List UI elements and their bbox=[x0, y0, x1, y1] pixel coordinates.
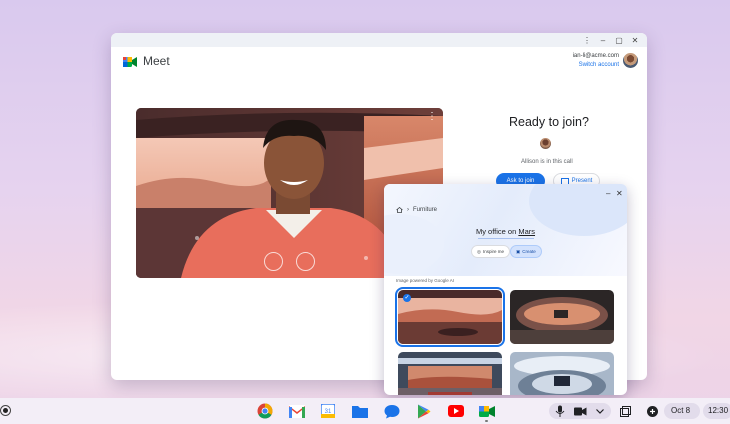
prompt-underline bbox=[478, 238, 534, 239]
prompt-prefix: My office on bbox=[475, 227, 519, 236]
background-creator-panel: – ✕ › Furniture My office on Mars ◎ Insp… bbox=[384, 184, 627, 395]
chrome-icon[interactable] bbox=[257, 403, 273, 419]
app-header: Meet ian-li@acme.com Switch account bbox=[111, 47, 647, 77]
inspire-me-button[interactable]: ◎ Inspire me bbox=[471, 245, 510, 258]
account-avatar[interactable] bbox=[623, 53, 638, 68]
account-email: ian-li@acme.com bbox=[572, 53, 619, 59]
background-thumbnail-image bbox=[398, 290, 502, 344]
ready-heading: Ready to join? bbox=[509, 115, 589, 129]
account-info: ian-li@acme.com Switch account bbox=[573, 52, 619, 70]
microphone-toggle-button[interactable] bbox=[264, 252, 283, 271]
background-thumbnail-image bbox=[510, 290, 614, 344]
create-icon: ▣ bbox=[516, 248, 521, 254]
active-app-indicator bbox=[485, 420, 488, 422]
breadcrumb-category[interactable]: Furniture bbox=[413, 207, 437, 213]
meet-logo-icon bbox=[123, 57, 137, 67]
home-icon[interactable] bbox=[396, 207, 403, 213]
lightbulb-icon: ◎ bbox=[477, 248, 481, 254]
background-option[interactable] bbox=[510, 290, 614, 344]
switch-account-link[interactable]: Switch account bbox=[573, 61, 619, 70]
svg-text:31: 31 bbox=[325, 409, 332, 415]
participant-avatar bbox=[540, 138, 551, 149]
more-options-icon[interactable]: ⋮ bbox=[583, 36, 591, 45]
app-title: Meet bbox=[143, 54, 170, 68]
play-store-icon[interactable] bbox=[416, 403, 432, 419]
camera-icon[interactable] bbox=[572, 403, 588, 419]
prompt-highlight: Mars bbox=[518, 227, 536, 236]
preview-more-icon[interactable]: ⋮ bbox=[427, 112, 437, 122]
background-option[interactable] bbox=[398, 352, 502, 395]
date-label: Oct 8 bbox=[671, 406, 691, 415]
panel-minimize-icon[interactable]: – bbox=[606, 189, 610, 198]
powered-by-text: Image powered by Google AI bbox=[396, 278, 455, 283]
time-label: 12:30 bbox=[708, 406, 729, 415]
create-button[interactable]: ▣ Create bbox=[510, 245, 542, 258]
selected-check-icon: ✓ bbox=[403, 294, 411, 302]
youtube-icon[interactable] bbox=[448, 403, 464, 419]
background-option[interactable]: ✓ bbox=[395, 287, 505, 347]
close-icon[interactable]: ✕ bbox=[631, 36, 639, 45]
background-option[interactable] bbox=[510, 352, 614, 395]
minimize-icon[interactable]: – bbox=[599, 36, 607, 45]
background-thumbnail-image bbox=[510, 352, 614, 395]
inspire-label: Inspire me bbox=[482, 249, 504, 254]
gmail-icon[interactable] bbox=[289, 403, 305, 419]
breadcrumb-separator: › bbox=[407, 207, 409, 213]
decorative-shape bbox=[384, 214, 444, 274]
meet-icon[interactable] bbox=[479, 403, 495, 419]
launcher-icon[interactable] bbox=[0, 405, 11, 416]
system-shelf: 31 Oct 8 12:30 bbox=[0, 398, 730, 424]
background-thumbnail-image bbox=[398, 352, 502, 395]
messages-icon[interactable] bbox=[384, 403, 400, 419]
camera-toggle-button[interactable] bbox=[296, 252, 315, 271]
microphone-icon[interactable] bbox=[552, 403, 568, 419]
chevron-down-icon[interactable] bbox=[592, 403, 608, 419]
files-icon[interactable] bbox=[352, 403, 368, 419]
add-icon[interactable] bbox=[644, 403, 660, 419]
breadcrumb: › Furniture bbox=[396, 207, 437, 213]
panel-close-icon[interactable]: ✕ bbox=[616, 189, 623, 198]
window-titlebar: ⋮ – ▢ ✕ bbox=[111, 33, 647, 47]
calendar-icon[interactable]: 31 bbox=[320, 403, 336, 419]
screen-capture-icon[interactable] bbox=[617, 403, 633, 419]
in-call-status: Allison is in this call bbox=[521, 159, 573, 165]
create-label: Create bbox=[522, 249, 536, 254]
maximize-icon[interactable]: ▢ bbox=[615, 36, 623, 45]
prompt-text[interactable]: My office on Mars bbox=[384, 227, 627, 236]
